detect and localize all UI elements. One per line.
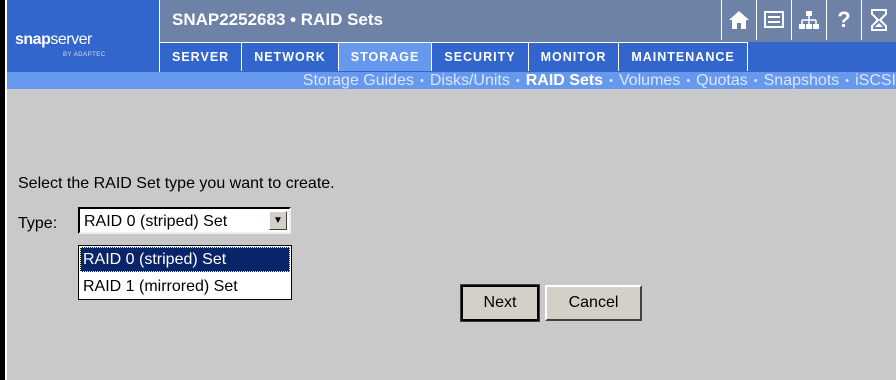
network-icon[interactable] (791, 0, 826, 40)
subnav-snapshots[interactable]: Snapshots (764, 72, 840, 90)
separator-bullet: • (419, 74, 424, 87)
logo-subtitle: BY ADAPTEC (63, 52, 106, 58)
help-icon[interactable]: ? (826, 0, 861, 40)
separator-bullet: • (609, 74, 613, 87)
instruction-text: Select the RAID Set type you want to cre… (18, 175, 335, 192)
tab-network[interactable]: NETWORK (242, 42, 339, 71)
separator-bullet: • (686, 74, 691, 87)
hourglass-icon[interactable] (861, 0, 896, 40)
next-button[interactable]: Next (460, 284, 540, 322)
subnav-quotas[interactable]: Quotas (696, 72, 748, 90)
raid-type-select[interactable]: RAID 0 (striped) Set ▼ (78, 207, 291, 234)
cancel-button[interactable]: Cancel (545, 285, 642, 321)
snapserver-logo[interactable]: snapserver (15, 31, 92, 49)
separator-bullet: • (845, 74, 850, 87)
subnav-iscsi[interactable]: iSCSI (855, 72, 896, 90)
sub-nav-links: Storage Guides • Disks/Units • RAID Sets… (303, 72, 896, 89)
tab-maintenance[interactable]: MAINTENANCE (619, 42, 748, 71)
subnav-volumes[interactable]: Volumes (619, 72, 680, 90)
main-nav: SERVER NETWORK STORAGE SECURITY MONITOR … (160, 42, 896, 72)
chevron-down-icon[interactable]: ▼ (269, 211, 287, 230)
app-header: snapserver BY ADAPTEC SNAP2252683 • RAID… (7, 0, 896, 89)
sub-nav: Storage Guides • Disks/Units • RAID Sets… (7, 72, 896, 89)
tab-storage[interactable]: STORAGE (338, 42, 433, 71)
option-raid0[interactable]: RAID 0 (striped) Set (80, 247, 290, 272)
tab-monitor[interactable]: MONITOR (528, 42, 620, 71)
logo-main-text: snap (15, 31, 51, 48)
toolbar-icons: ? (721, 0, 896, 42)
logo-rest-text: server (50, 31, 92, 48)
tab-security[interactable]: SECURITY (432, 42, 529, 71)
home-icon[interactable] (721, 0, 756, 40)
subnav-storage-guides[interactable]: Storage Guides (303, 72, 414, 90)
screen-icon[interactable] (756, 0, 791, 40)
page-title: SNAP2252683 • RAID Sets (172, 10, 383, 29)
raid-type-dropdown-list: RAID 0 (striped) Set RAID 1 (mirrored) S… (78, 245, 292, 300)
option-raid1[interactable]: RAID 1 (mirrored) Set (80, 274, 290, 299)
type-label: Type: (18, 215, 58, 232)
tab-server[interactable]: SERVER (160, 42, 243, 71)
select-current-value: RAID 0 (striped) Set (84, 213, 228, 230)
logo-area: snapserver BY ADAPTEC (7, 0, 160, 72)
separator-bullet: • (515, 74, 520, 87)
subnav-raid-sets[interactable]: RAID Sets (526, 72, 603, 90)
title-bar: SNAP2252683 • RAID Sets ? (160, 0, 896, 42)
separator-bullet: • (753, 74, 758, 87)
subnav-disks-units[interactable]: Disks/Units (430, 72, 510, 90)
